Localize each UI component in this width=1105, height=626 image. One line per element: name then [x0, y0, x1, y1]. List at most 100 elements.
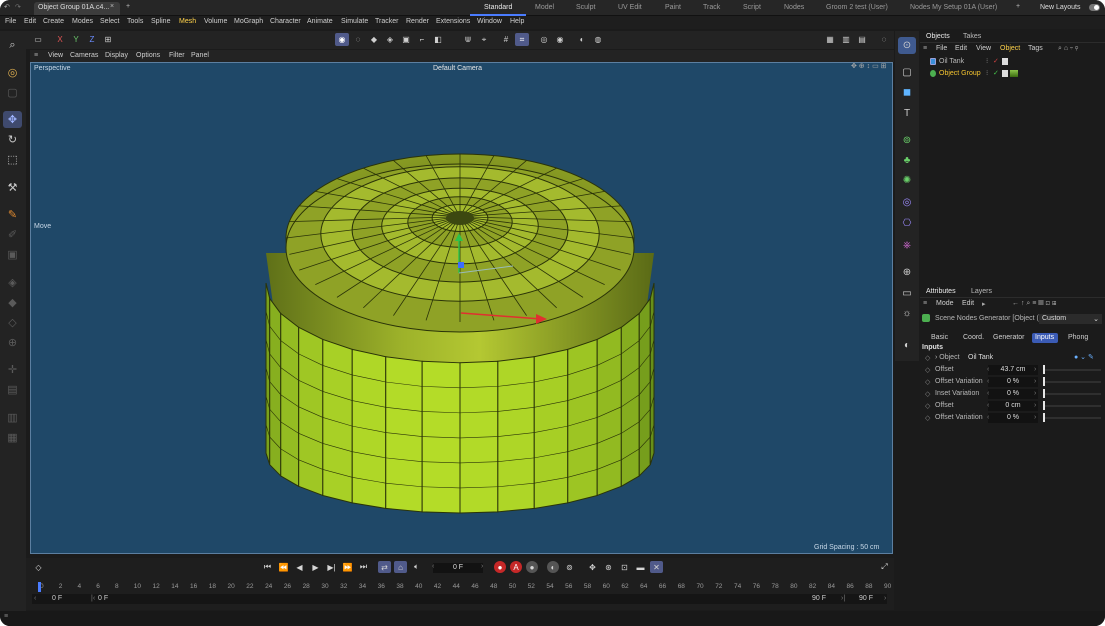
new-layouts-toggle[interactable] [1089, 4, 1100, 11]
menu-spline[interactable]: Spline [151, 18, 170, 25]
rotation-key-icon[interactable]: ⊛ [602, 561, 615, 573]
param-slider-track[interactable] [1044, 393, 1101, 395]
range-right-icon[interactable]: › [884, 595, 886, 602]
increment-arrow-icon[interactable]: › [1034, 402, 1036, 409]
frame-left-arrow-icon[interactable]: ‹ [432, 563, 434, 570]
disable-check-icon[interactable]: ✓ [993, 57, 999, 65]
visibility-dots-icon[interactable]: ⁝ [986, 57, 988, 65]
redo-icon[interactable]: ↷ [15, 3, 21, 11]
keyframe-selection-icon[interactable]: ● [526, 561, 538, 573]
redshift-icon[interactable]: ◌ [877, 33, 891, 46]
tab-phong[interactable]: Phong [1065, 333, 1091, 343]
param-row[interactable]: ◇ Offset Variation 0 % ‹ › [922, 377, 1102, 388]
layout-tab[interactable]: Sculpt [576, 4, 595, 11]
visibility-dots-icon[interactable]: ⁝ [986, 69, 988, 77]
increment-arrow-icon[interactable]: › [1034, 390, 1036, 397]
layout-tab[interactable]: Model [535, 4, 554, 11]
model-mode-icon[interactable]: ◉ [335, 33, 349, 46]
field-icon[interactable]: ⎔ [898, 215, 916, 232]
attributes-nav-icons[interactable]: ← ↑ ⌕ ≡ ▤ ⊡ ⊞ [1012, 300, 1056, 308]
keyframe-diamond-icon[interactable]: ◇ [32, 561, 45, 573]
menu-select[interactable]: Select [100, 18, 119, 25]
increment-arrow-icon[interactable]: › [1034, 378, 1036, 385]
link-icons[interactable]: ● ⌄ ✎ [1074, 353, 1094, 361]
param-slider-track[interactable] [1044, 405, 1101, 407]
go-to-end-icon[interactable]: ⏭ [357, 561, 370, 573]
viewport-menu-options[interactable]: Options [136, 52, 160, 59]
environment-icon[interactable]: ⊕ [898, 264, 916, 281]
tab-attributes[interactable]: Attributes [926, 288, 956, 295]
deformer-icon[interactable]: ◎ [898, 194, 916, 211]
param-key-icon[interactable]: ▬ [634, 561, 647, 573]
keyframe-diamond-icon[interactable]: ◇ [925, 402, 930, 410]
document-tab[interactable]: Object Group 01A.c4... [34, 2, 120, 15]
lock-icon[interactable]: ▤ [3, 381, 22, 398]
enable-check-icon[interactable]: ✓ [993, 69, 999, 77]
menu-animate[interactable]: Animate [307, 18, 333, 25]
tab-basic[interactable]: Basic [928, 333, 951, 343]
cloner-icon[interactable]: ♣ [898, 152, 916, 169]
close-tab-icon[interactable]: × [110, 3, 114, 10]
param-value-field[interactable]: 0 cm [988, 401, 1038, 411]
param-row[interactable]: ◇ Offset 0 cm ‹ › [922, 401, 1102, 412]
frame-right-arrow-icon[interactable]: › [481, 563, 483, 570]
attributes-menu-mode[interactable]: Mode [936, 300, 954, 307]
keyframe-diamond-icon[interactable]: ◇ [925, 366, 930, 374]
grid-icon[interactable]: ▦ [3, 429, 22, 446]
render-region-icon[interactable]: ◎ [537, 33, 551, 46]
param-slider-knob[interactable] [1043, 413, 1045, 422]
autokey-icon[interactable]: A [510, 561, 522, 573]
param-row[interactable]: ◇ Offset 43.7 cm ‹ › [922, 365, 1102, 376]
menu-arrow-icon[interactable]: ▸ [982, 300, 986, 308]
play-icon[interactable]: ▶ [309, 561, 322, 573]
motion-record-icon[interactable]: ◐ [547, 561, 559, 573]
tab-generator[interactable]: Generator [990, 333, 1028, 343]
snap-grid-icon[interactable]: # [499, 33, 513, 46]
brush-tool-icon[interactable]: ✎ [3, 206, 22, 223]
layout-tab[interactable]: Track [703, 4, 720, 11]
menu-edit[interactable]: Edit [24, 18, 36, 25]
decrement-arrow-icon[interactable]: ‹ [987, 402, 989, 409]
move-tool-icon[interactable]: ✥ [3, 111, 22, 128]
layout-tab[interactable]: Standard [484, 4, 512, 11]
status-menu-icon[interactable]: ≡ [4, 613, 8, 620]
render-settings-icon[interactable]: ◉ [553, 33, 567, 46]
menu-volume[interactable]: Volume [204, 18, 227, 25]
points-icon[interactable]: ◆ [367, 33, 381, 46]
next-key-icon[interactable]: ⏩ [341, 561, 354, 573]
keyframe-diamond-icon[interactable]: ◇ [925, 414, 930, 422]
text-icon[interactable]: T [898, 105, 916, 122]
y-axis-lock[interactable]: Y [69, 33, 83, 46]
position-key-icon[interactable]: ✥ [586, 561, 599, 573]
null-object-icon[interactable]: ⊙ [898, 37, 916, 54]
previous-key-icon[interactable]: ⏪ [277, 561, 290, 573]
render-queue-icon[interactable]: ▤ [855, 33, 869, 46]
scale-key-icon[interactable]: ⊡ [618, 561, 631, 573]
uvw-icon[interactable]: ⌐ [415, 33, 429, 46]
layout-tab[interactable]: Groom 2 test (User) [826, 4, 888, 11]
decrement-arrow-icon[interactable]: ‹ [987, 378, 989, 385]
tab-coord[interactable]: Coord. [960, 333, 987, 343]
record-active-icon[interactable]: ● [494, 561, 506, 573]
param-slider-track[interactable] [1044, 417, 1101, 419]
key-settings-icon[interactable]: ⊚ [563, 561, 576, 573]
light-icon[interactable]: ☼ [898, 305, 916, 322]
magnet-icon[interactable]: ⋓ [461, 33, 475, 46]
menu-help[interactable]: Help [510, 18, 524, 25]
material-tag-icon[interactable] [1010, 70, 1018, 77]
objects-toolbar-icons[interactable]: ⌕ ⌂ ▿ ⚲ [1058, 45, 1078, 53]
pen-tool-icon[interactable]: ✐ [3, 226, 22, 243]
live-select-icon[interactable]: ◎ [3, 64, 22, 81]
viewport-menu-filter[interactable]: Filter [169, 52, 185, 59]
param-slider-knob[interactable] [1043, 377, 1045, 386]
menu-mesh[interactable]: Mesh [179, 18, 196, 25]
tab-objects[interactable]: Objects [926, 33, 950, 40]
current-frame-field[interactable]: 0 F [433, 563, 483, 573]
z-axis-lock[interactable]: Z [85, 33, 99, 46]
decrement-arrow-icon[interactable]: ‹ [987, 390, 989, 397]
spline-icon[interactable]: ▢ [898, 64, 916, 81]
render-picture-icon[interactable]: ▥ [839, 33, 853, 46]
menu-simulate[interactable]: Simulate [341, 18, 368, 25]
undo-view-icon[interactable]: ▭ [31, 33, 45, 46]
start-frame-a[interactable]: 0 F [52, 595, 62, 602]
